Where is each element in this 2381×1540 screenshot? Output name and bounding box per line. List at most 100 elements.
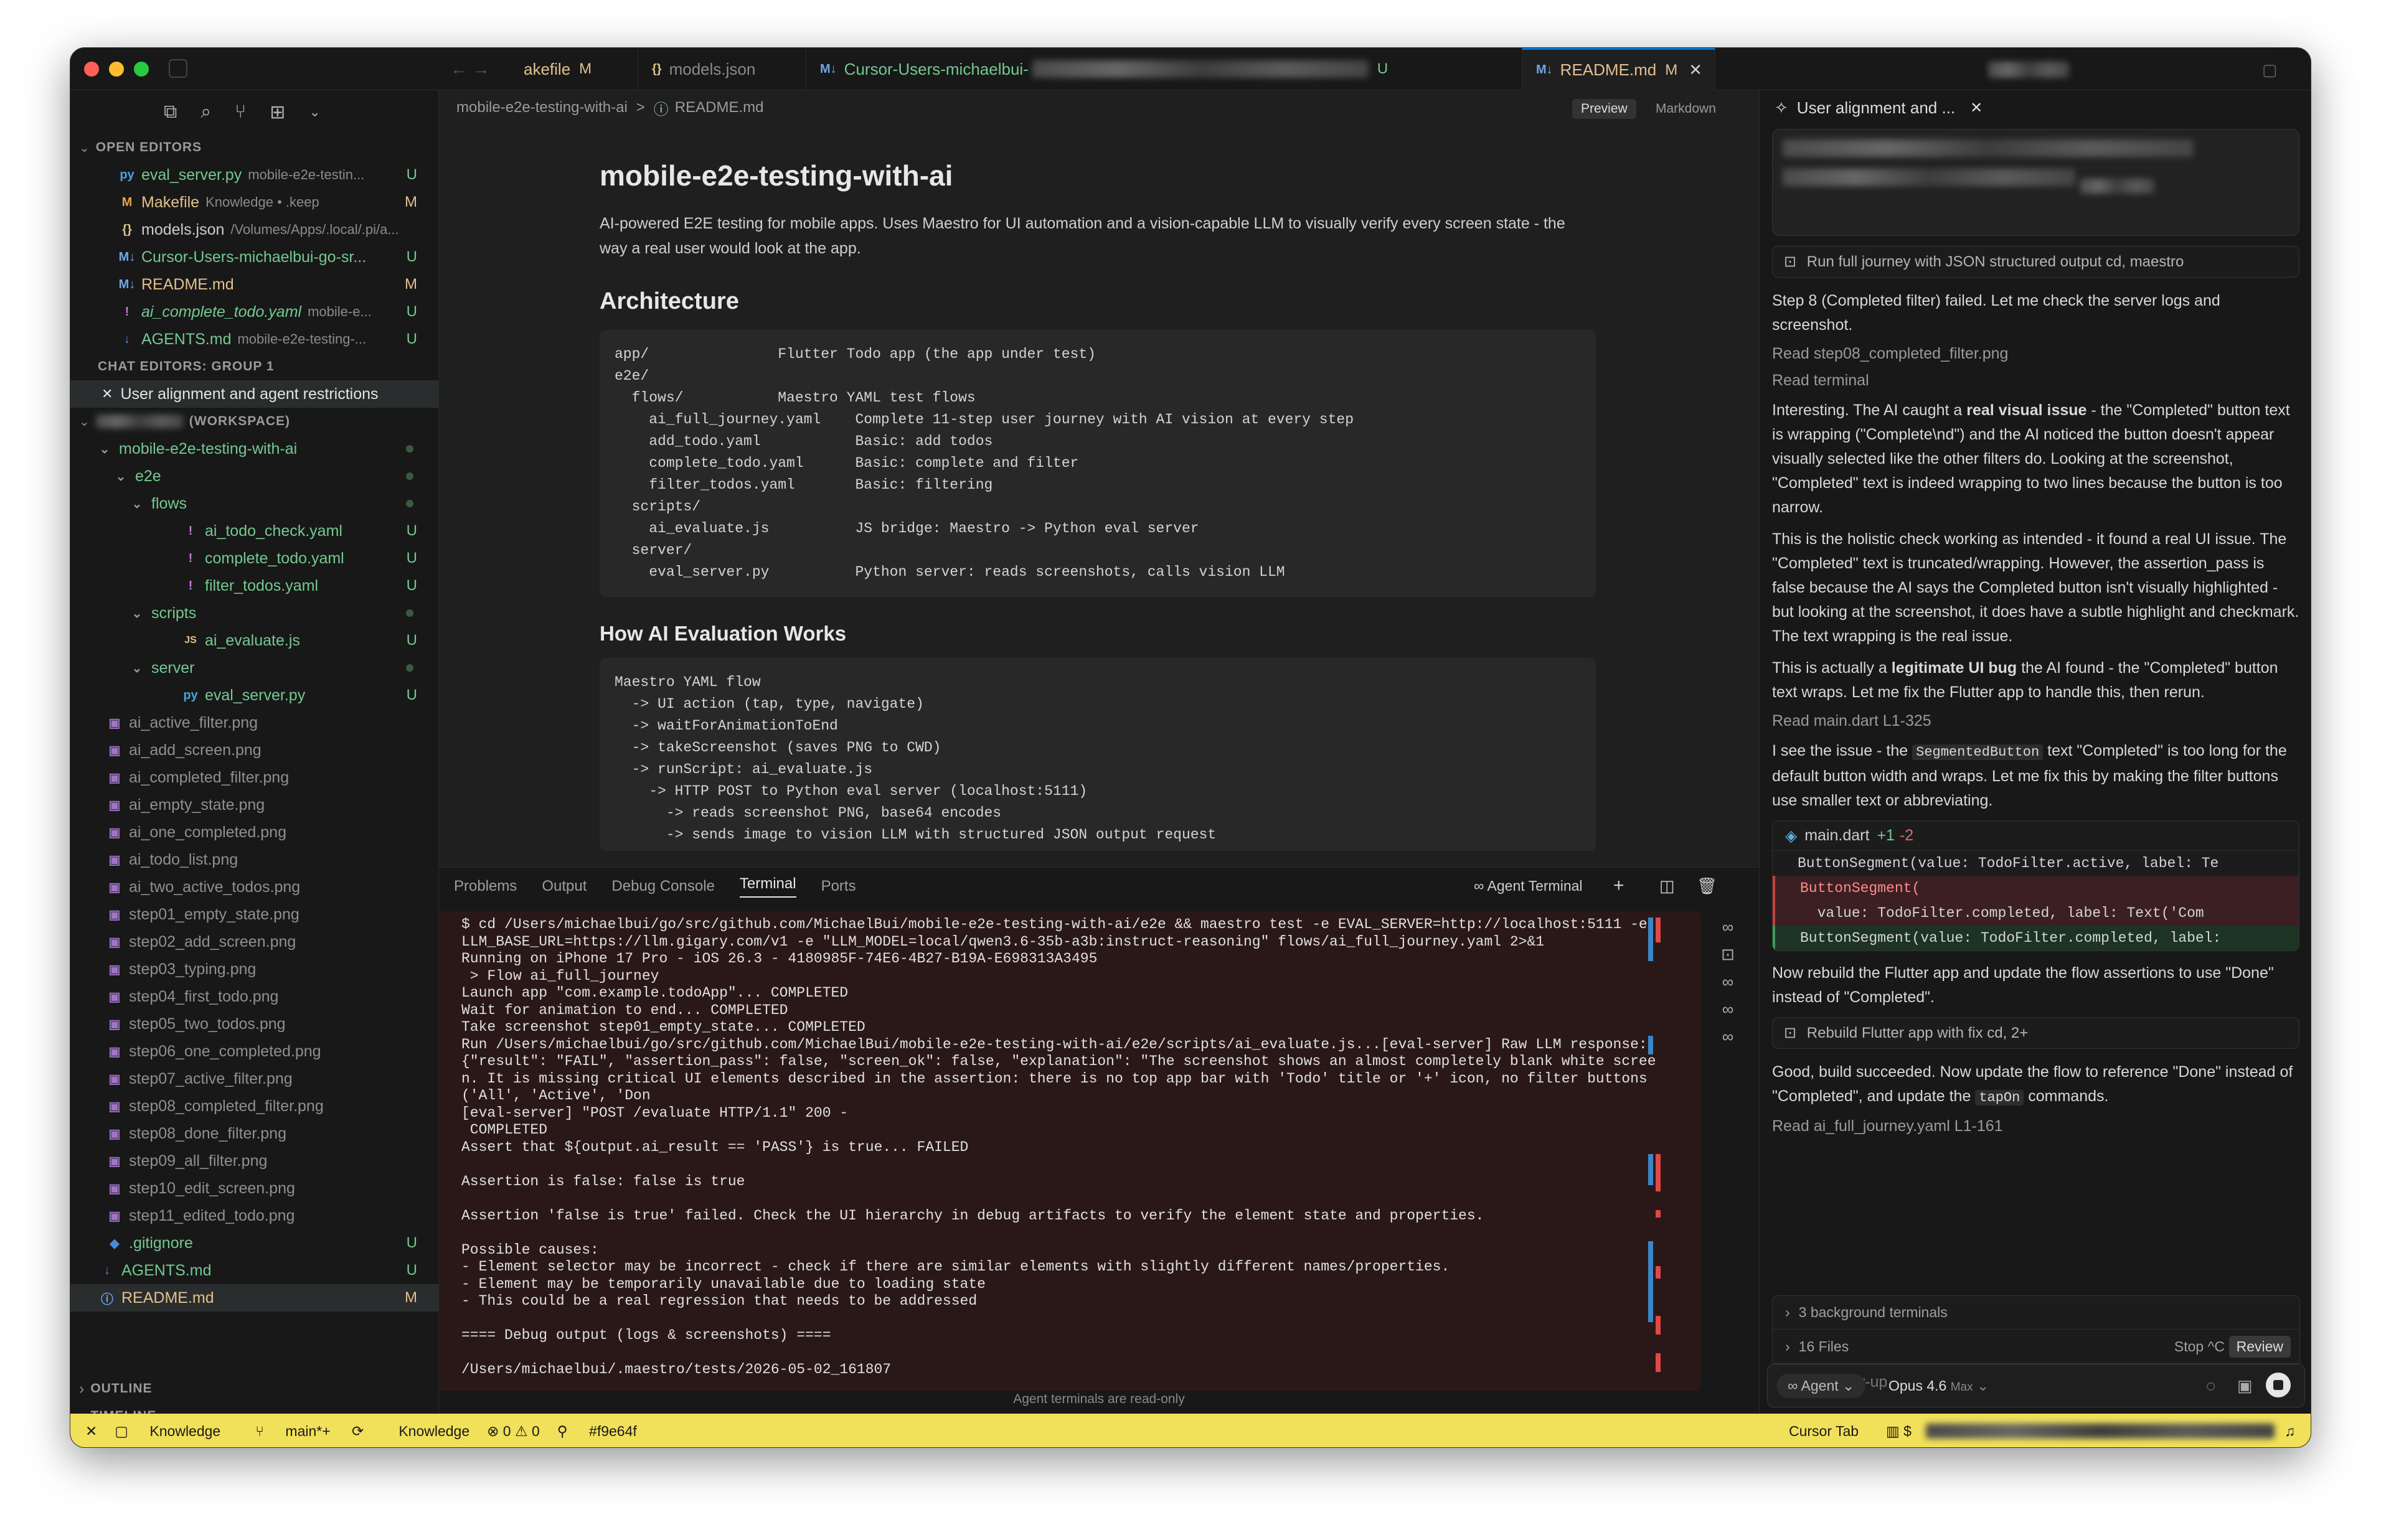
trash-icon[interactable]: 🗑	[1697, 876, 1717, 896]
changed-files-row[interactable]: › 16 Files Stop ^C Review	[1773, 1330, 2299, 1363]
tree-file[interactable]: ▣ step03_typing.png	[70, 955, 438, 983]
outline-section[interactable]: › OUTLINE	[70, 1375, 438, 1402]
diff-card[interactable]: ◈ main.dart +1 -2 ButtonSegment(value: T…	[1772, 820, 2299, 951]
tree-file[interactable]: ▣ step09_all_filter.png	[70, 1147, 438, 1175]
open-editors-header[interactable]: ⌄ OPEN EDITORS	[70, 134, 438, 161]
add-terminal-icon[interactable]: +	[1613, 875, 1624, 896]
read-file-item[interactable]: Read main.dart L1-325	[1760, 712, 2311, 730]
tree-file[interactable]: py eval_server.py U	[70, 682, 438, 709]
layout-icon[interactable]: ▢	[2262, 60, 2278, 80]
tree-file[interactable]: ▣ step02_add_screen.png	[70, 928, 438, 955]
tree-folder[interactable]: ⌄ e2e	[70, 462, 438, 490]
close-chat-icon[interactable]: ✕	[1970, 99, 1983, 117]
tree-file[interactable]: ▣ step08_done_filter.png	[70, 1120, 438, 1147]
tree-file[interactable]: JS ai_evaluate.js U	[70, 627, 438, 654]
tree-file[interactable]: ▣ step07_active_filter.png	[70, 1065, 438, 1092]
terminal-1-icon[interactable]: ∞	[1703, 918, 1753, 945]
read-file-item[interactable]: Read ai_full_journey.yaml L1-161	[1760, 1117, 2311, 1135]
mode-selector[interactable]: ∞ Agent ⌄	[1776, 1374, 1866, 1398]
close-icon[interactable]: ✕	[101, 386, 113, 402]
terminal-5-icon[interactable]: ∞	[1703, 1027, 1753, 1054]
tab-makefile[interactable]: akefile M	[510, 48, 638, 90]
image-icon[interactable]: ▣	[2237, 1376, 2253, 1396]
tree-file[interactable]: ! ai_todo_check.yaml U	[70, 517, 438, 545]
tree-file[interactable]: ! complete_todo.yaml U	[70, 545, 438, 572]
markdown-toggle[interactable]: Markdown	[1647, 99, 1725, 119]
run-command-card[interactable]: ⊡ Run full journey with JSON structured …	[1772, 246, 2299, 278]
panel-tab-terminal[interactable]: Terminal	[739, 875, 796, 898]
minimize-window-button[interactable]	[109, 62, 124, 77]
read-file-item[interactable]: Read terminal	[1760, 372, 2311, 390]
sidebar-toggle-icon[interactable]	[169, 59, 187, 78]
background-terminals-row[interactable]: › 3 background terminals	[1773, 1296, 2299, 1330]
tree-file[interactable]: ▣ step11_edited_todo.png	[70, 1202, 438, 1229]
tree-file[interactable]: ▣ step05_two_todos.png	[70, 1010, 438, 1038]
knowledge-item[interactable]: ▢ Knowledge	[115, 1423, 238, 1440]
nav-arrows-icon[interactable]: ← →	[450, 59, 490, 79]
cursor-tab-item[interactable]: Cursor Tab	[1789, 1423, 1859, 1440]
tab-readme[interactable]: M↓ README.md M ✕	[1522, 48, 1715, 90]
close-window-button[interactable]	[84, 62, 99, 77]
files-icon[interactable]: ⧉	[164, 101, 177, 123]
tree-file[interactable]: ↓ AGENTS.md U	[70, 1257, 438, 1284]
tree-file[interactable]: ◆ .gitignore U	[70, 1229, 438, 1257]
agent-terminal-selector[interactable]: ∞ Agent Terminal	[1474, 878, 1583, 894]
tree-file[interactable]: ▣ ai_empty_state.png	[70, 791, 438, 819]
review-button[interactable]: Review	[2228, 1335, 2291, 1358]
search-icon[interactable]: ⌕	[200, 101, 211, 123]
tree-file[interactable]: ▣ step04_first_todo.png	[70, 983, 438, 1010]
panel-tab-output[interactable]: Output	[542, 878, 587, 895]
breadcrumb-folder[interactable]: mobile-e2e-testing-with-ai	[456, 99, 628, 116]
open-editor-item[interactable]: {} models.json/Volumes/Apps/.local/.pi/a.…	[70, 216, 438, 243]
terminal-output[interactable]: $ cd /Users/michaelbui/go/src/github.com…	[439, 911, 1700, 1391]
open-editor-item[interactable]: M↓ Cursor-Users-michaelbui-go-sr... U	[70, 243, 438, 271]
remote-icon[interactable]: ✕	[85, 1423, 97, 1440]
tab-cursor-users[interactable]: M↓ Cursor-Users-michaelbui- U	[806, 48, 1522, 90]
open-editor-item[interactable]: M Makefile Knowledge • .keep M	[70, 189, 438, 216]
tree-file[interactable]: ! filter_todos.yaml U	[70, 572, 438, 599]
tree-file[interactable]: ▣ step01_empty_state.png	[70, 901, 438, 928]
branch-item[interactable]: ⑂ main*+ ⟳	[255, 1423, 381, 1440]
open-editor-item[interactable]: M↓ README.md M	[70, 271, 438, 298]
terminal-4-icon[interactable]: ∞	[1703, 1000, 1753, 1027]
open-editor-item[interactable]: py eval_server.py mobile-e2e-testin... U	[70, 161, 438, 189]
stop-button[interactable]: Stop ^C	[2174, 1338, 2225, 1355]
chat-editors-header[interactable]: CHAT EDITORS: GROUP 1	[70, 353, 438, 380]
workspace-header[interactable]: ⌄ (WORKSPACE)	[70, 408, 438, 435]
source-control-icon[interactable]: ⑂	[235, 101, 246, 123]
model-selector[interactable]: Opus 4.6 Max ⌄	[1888, 1378, 1989, 1394]
tree-file[interactable]: ▣ step08_completed_filter.png	[70, 1092, 438, 1120]
open-editor-item[interactable]: ↓ AGENTS.md mobile-e2e-testing-... U	[70, 326, 438, 353]
notification-icon[interactable]: ♫	[2284, 1423, 2295, 1440]
tab-models-json[interactable]: {} models.json	[638, 48, 806, 90]
problems-indicator[interactable]: ⊗ 0 ⚠ 0	[487, 1423, 540, 1440]
breadcrumb-file[interactable]: README.md	[675, 99, 764, 116]
tree-file[interactable]: ▣ ai_two_active_todos.png	[70, 873, 438, 901]
maximize-window-button[interactable]	[134, 62, 149, 77]
tree-file[interactable]: ▣ step10_edit_screen.png	[70, 1175, 438, 1202]
commit-item[interactable]: ⚲ #f9e64f	[557, 1423, 654, 1440]
chevron-down-icon[interactable]: ⌄	[309, 104, 320, 120]
preview-toggle[interactable]: Preview	[1572, 99, 1636, 119]
tree-folder[interactable]: ⌄ mobile-e2e-testing-with-ai	[70, 435, 438, 462]
usage-icon[interactable]: ▥ $	[1886, 1423, 1912, 1440]
tree-file[interactable]: ▣ step06_one_completed.png	[70, 1038, 438, 1065]
read-file-item[interactable]: Read step08_completed_filter.png	[1760, 345, 2311, 363]
tree-file[interactable]: ▣ ai_one_completed.png	[70, 819, 438, 846]
tree-file[interactable]: ⓘ README.md M	[70, 1284, 438, 1312]
tree-file[interactable]: ▣ ai_active_filter.png	[70, 709, 438, 736]
terminal-2-icon[interactable]: ⊡	[1703, 945, 1753, 972]
panel-tab-debug-console[interactable]: Debug Console	[611, 878, 714, 895]
chat-editor-item[interactable]: ✕ User alignment and agent restrictions	[70, 380, 438, 408]
tree-folder[interactable]: ⌄ scripts	[70, 599, 438, 627]
close-tab-icon[interactable]: ✕	[1689, 60, 1702, 80]
tree-file[interactable]: ▣ ai_todo_list.png	[70, 846, 438, 873]
knowledge-label[interactable]: Knowledge	[398, 1423, 469, 1440]
tree-file[interactable]: ▣ ai_add_screen.png	[70, 736, 438, 764]
terminal-3-icon[interactable]: ∞	[1703, 972, 1753, 1000]
panel-tab-problems[interactable]: Problems	[454, 878, 517, 895]
split-icon[interactable]: ◫	[1659, 876, 1675, 896]
stop-generation-button[interactable]	[2266, 1373, 2291, 1397]
open-editor-item[interactable]: ! ai_complete_todo.yaml mobile-e... U	[70, 298, 438, 326]
panel-tab-ports[interactable]: Ports	[821, 878, 856, 895]
